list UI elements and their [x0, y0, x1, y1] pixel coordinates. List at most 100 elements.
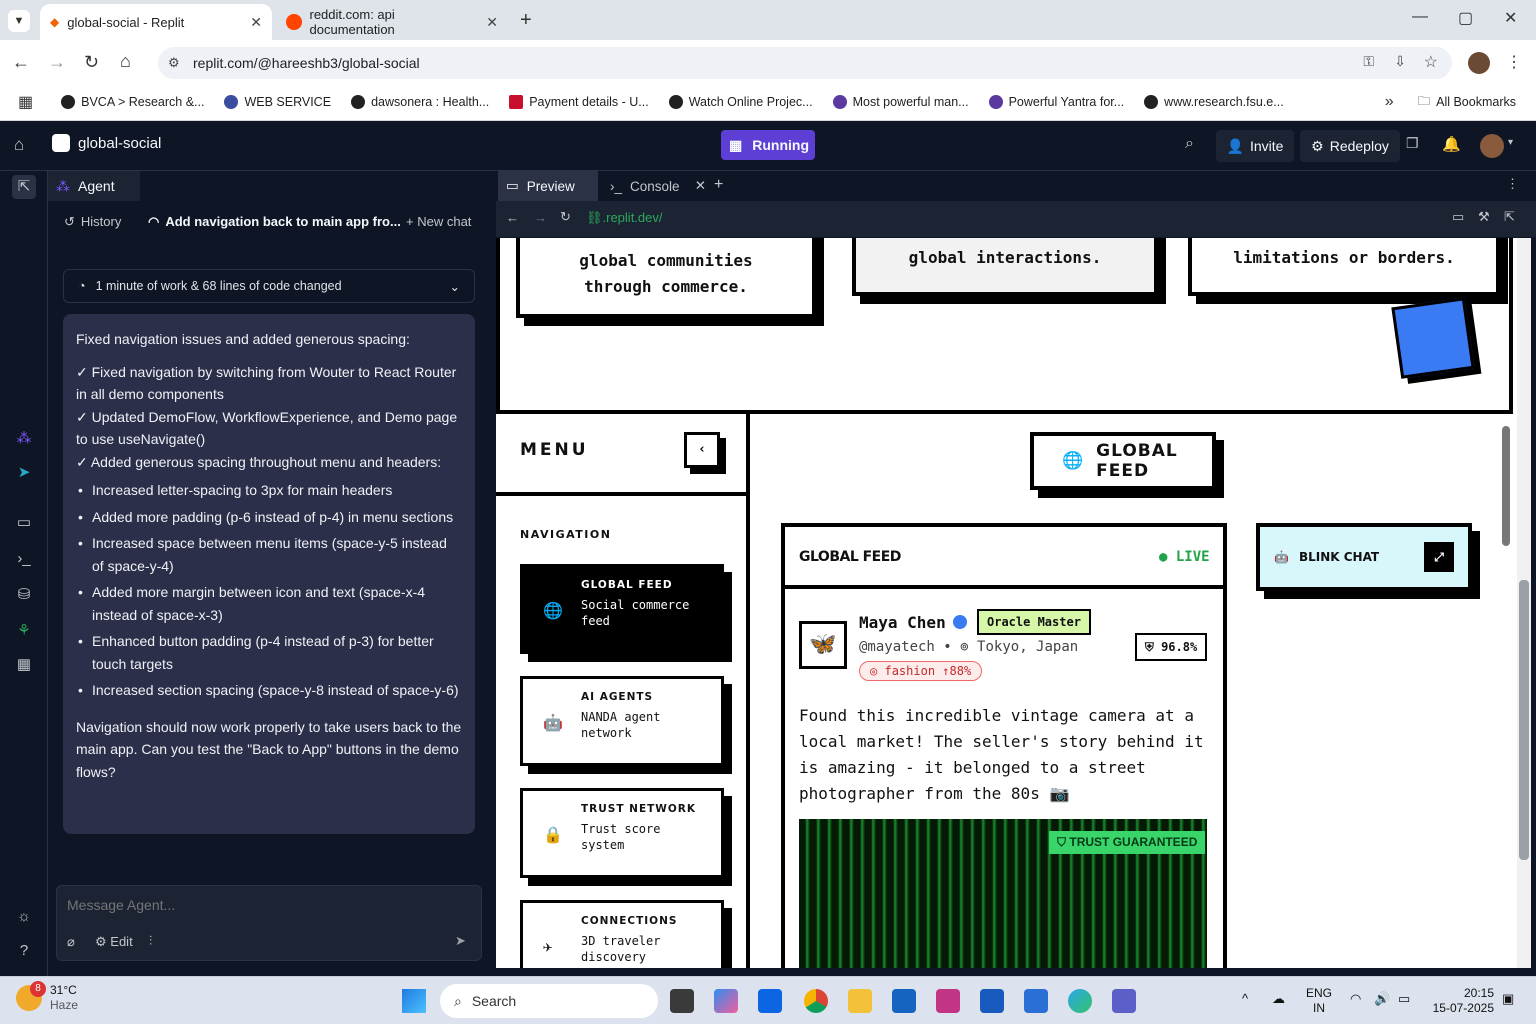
- apps-grid-icon[interactable]: ▦: [18, 92, 33, 112]
- devices-icon[interactable]: ▭: [1452, 209, 1464, 225]
- battery-icon[interactable]: ▭: [1398, 991, 1410, 1007]
- volume-icon[interactable]: 🔊: [1374, 991, 1390, 1007]
- collapse-menu-button[interactable]: ‹: [684, 432, 720, 468]
- back-icon[interactable]: ←: [12, 52, 30, 73]
- new-chat-button[interactable]: + New chat: [406, 214, 471, 229]
- all-bookmarks[interactable]: 🗀 All Bookmarks: [1418, 92, 1516, 113]
- profile-avatar[interactable]: [1468, 52, 1490, 74]
- language-indicator[interactable]: ENG IN: [1306, 986, 1332, 1016]
- bookmark-star-icon[interactable]: ☆: [1424, 52, 1438, 72]
- teams-icon[interactable]: [1112, 989, 1136, 1013]
- tab-preview[interactable]: ▭ Preview: [498, 171, 598, 201]
- maximize-icon[interactable]: ▢: [1458, 8, 1473, 28]
- weather-widget[interactable]: 8 31°C Haze: [16, 981, 78, 1013]
- task-view-icon[interactable]: [670, 989, 694, 1013]
- attach-icon[interactable]: ⌀: [67, 934, 75, 950]
- notepad-icon[interactable]: [1024, 989, 1048, 1013]
- taskbar-search[interactable]: ⌕ Search: [440, 984, 658, 1018]
- browser-menu-icon[interactable]: ⋮: [1506, 52, 1522, 72]
- redeploy-button[interactable]: ⚙ Redeploy: [1300, 130, 1400, 162]
- browser-tab-replit[interactable]: ◆ global-social - Replit ✕: [40, 4, 272, 40]
- tab-console[interactable]: ›_ Console ✕: [602, 171, 714, 201]
- bookmark-item[interactable]: Powerful Yantra for...: [988, 95, 1124, 109]
- feed-scrollbar-thumb[interactable]: [1502, 426, 1510, 546]
- trello-icon[interactable]: [758, 989, 782, 1013]
- theme-icon[interactable]: ☼: [12, 905, 36, 929]
- history-button[interactable]: ↺ History: [64, 214, 121, 230]
- snipping-tool-icon[interactable]: [936, 989, 960, 1013]
- file-explorer-icon[interactable]: [848, 989, 872, 1013]
- post-image[interactable]: ⛉ TRUST GUARANTEED: [799, 819, 1207, 968]
- more-bookmarks-icon[interactable]: »: [1385, 93, 1394, 111]
- post-author-name[interactable]: Maya Chen: [859, 613, 946, 632]
- store-icon[interactable]: [892, 989, 916, 1013]
- password-key-icon[interactable]: ⚿: [1363, 53, 1374, 70]
- show-hidden-icon[interactable]: ^: [1242, 991, 1248, 1006]
- invite-button[interactable]: 👤 Invite: [1216, 130, 1294, 162]
- agent-icon[interactable]: ⁂: [12, 427, 36, 451]
- run-status-button[interactable]: ▦ Running: [721, 130, 815, 160]
- user-avatar[interactable]: [1480, 134, 1504, 158]
- preview-icon[interactable]: ▭: [12, 511, 36, 535]
- wifi-icon[interactable]: ◠: [1350, 991, 1361, 1007]
- page-scrollbar-thumb[interactable]: [1519, 580, 1529, 860]
- edge-icon[interactable]: [1068, 989, 1092, 1013]
- install-app-icon[interactable]: ⇩: [1394, 53, 1406, 70]
- bookmark-item[interactable]: WEB SERVICE: [224, 95, 331, 109]
- word-icon[interactable]: [980, 989, 1004, 1013]
- reload-icon[interactable]: ↻: [84, 52, 99, 73]
- bookmark-item[interactable]: BVCA > Research &...: [61, 95, 204, 109]
- search-icon[interactable]: ⌕: [1185, 135, 1194, 153]
- files-toggle-icon[interactable]: ⇱: [12, 175, 36, 199]
- work-summary[interactable]: ◔ 1 minute of work & 68 lines of code cha…: [63, 269, 475, 303]
- menu-item-global-feed[interactable]: 🌐 GLOBAL FEED Social commerce feed: [520, 564, 724, 654]
- bookmark-item[interactable]: dawsonera : Health...: [351, 95, 489, 109]
- bookmark-item[interactable]: Payment details - U...: [509, 95, 649, 109]
- close-window-icon[interactable]: ✕: [1504, 8, 1517, 28]
- bookmark-item[interactable]: Watch Online Projec...: [668, 95, 813, 109]
- close-tab-icon[interactable]: ✕: [695, 178, 706, 194]
- open-new-tab-icon[interactable]: ⇱: [1504, 209, 1515, 225]
- clock[interactable]: 20:15 15-07-2025: [1430, 986, 1494, 1016]
- windows-start-icon[interactable]: [402, 989, 426, 1013]
- preview-forward-icon[interactable]: →: [534, 210, 547, 225]
- site-info-icon[interactable]: ⚙: [168, 55, 180, 71]
- layout-toggle-icon[interactable]: ❐: [1406, 135, 1419, 152]
- address-bar[interactable]: ⚙ replit.com/@hareeshb3/global-social ⚿ …: [158, 47, 1452, 79]
- edit-mode-button[interactable]: ⚙ Edit: [95, 934, 133, 950]
- assistant-icon[interactable]: ➤: [12, 461, 36, 485]
- bell-icon[interactable]: 🔔: [1442, 135, 1461, 153]
- message-input[interactable]: [67, 894, 467, 916]
- console-icon[interactable]: ›_: [12, 547, 36, 571]
- minimize-icon[interactable]: —: [1412, 8, 1428, 26]
- notification-icon[interactable]: ▣: [1502, 991, 1514, 1007]
- chrome-icon[interactable]: [804, 989, 828, 1013]
- tab-search-icon[interactable]: ▼: [8, 10, 30, 32]
- database-icon[interactable]: ⛁: [12, 583, 36, 607]
- deploy-icon[interactable]: ⚘: [12, 619, 36, 643]
- tab-agent[interactable]: ⁂ Agent: [48, 171, 140, 201]
- onedrive-icon[interactable]: ☁: [1272, 991, 1285, 1007]
- devtools-icon[interactable]: ⚒: [1478, 209, 1490, 225]
- trend-tag[interactable]: ◎ fashion ↑88%: [859, 661, 983, 681]
- add-tab-icon[interactable]: +: [714, 176, 723, 194]
- bookmark-item[interactable]: www.research.fsu.e...: [1144, 95, 1284, 109]
- menu-item-ai-agents[interactable]: 🤖 AI AGENTS NANDA agent network: [520, 676, 724, 766]
- chat-title[interactable]: ◠ Add navigation back to main app fro...: [148, 214, 401, 230]
- expand-icon[interactable]: ⤢: [1424, 542, 1454, 572]
- all-tools-icon[interactable]: ▦: [12, 653, 36, 677]
- settings-sliders-icon[interactable]: ⫶: [149, 933, 152, 949]
- panel-menu-icon[interactable]: ⋮: [1506, 176, 1519, 192]
- preview-back-icon[interactable]: ←: [506, 210, 519, 225]
- copilot-icon[interactable]: [714, 989, 738, 1013]
- preview-reload-icon[interactable]: ↻: [560, 209, 571, 225]
- close-tab-icon[interactable]: ✕: [486, 14, 498, 31]
- menu-item-connections[interactable]: ✈ CONNECTIONS 3D traveler discovery: [520, 900, 724, 968]
- help-icon[interactable]: ?: [12, 939, 36, 963]
- preview-url[interactable]: ⛓.replit.dev/: [586, 210, 1436, 226]
- close-tab-icon[interactable]: ✕: [250, 14, 262, 31]
- menu-item-trust-network[interactable]: 🔒 TRUST NETWORK Trust score system: [520, 788, 724, 878]
- forward-icon[interactable]: →: [48, 52, 66, 73]
- post-avatar[interactable]: 🦋: [799, 621, 847, 669]
- send-icon[interactable]: ➤: [455, 933, 466, 949]
